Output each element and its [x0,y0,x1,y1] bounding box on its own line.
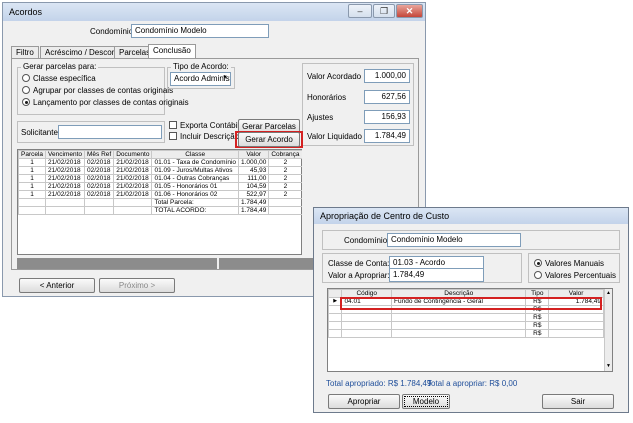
solicitante-label: Solicitante: [21,128,61,137]
total-apropriado-text: Total apropriado: R$ 1.784,49 [326,379,432,388]
incluir-descricao-checkbox[interactable]: Incluir Descrição [169,132,239,141]
apropriacao-dialog: Apropriação de Centro de Custo Condomíni… [313,207,629,413]
exporta-contabil-checkbox[interactable]: Exporta Contábil [169,121,239,130]
condominio-field[interactable]: Condomínio Modelo [131,24,269,38]
col-classe[interactable]: Classe [151,150,240,159]
table-row[interactable]: 1 21/02/2018 02/2018 21/02/2018 01.06 - Hono… [17,190,303,199]
col-valor[interactable]: Valor [238,150,270,159]
condominio-field[interactable]: Condomínio Modelo [387,233,521,247]
grid-scrollbar[interactable]: ▲ ▼ [604,289,612,371]
apropriacao-titlebar: Apropriação de Centro de Custo [314,208,628,224]
valor-liquidado-label: Valor Liquidado [307,132,363,141]
acordos-title: Acordos [9,7,43,17]
tab-conclusao[interactable]: Conclusão [148,44,196,59]
table-row[interactable]: R$ [327,321,604,330]
total-a-apropriar-text: Total a apropriar: R$ 0,00 [427,379,518,388]
condominio-label: Condomínio: [344,236,390,245]
proximo-button[interactable]: Próximo > [99,278,175,293]
radio-icon [534,271,542,279]
radio-classe-especifica[interactable]: Classe específica [22,74,96,83]
valor-acordado-field[interactable]: 1.000,00 [364,69,410,83]
radio-agrupar-classes[interactable]: Agrupar por classes de contas originais [22,86,173,95]
valor-apropriar-label: Valor a Apropriar: [328,271,390,280]
total-parcela-row: Total Parcela: 1.784,49 [17,198,303,207]
checkbox-icon [169,132,177,140]
minimize-icon[interactable]: – [348,4,372,18]
radio-icon [22,74,30,82]
table-row[interactable]: 1 21/02/2018 02/2018 21/02/2018 01.09 - Juro… [17,166,303,175]
solicitante-field[interactable] [58,125,162,139]
sair-button[interactable]: Sair [542,394,614,409]
valor-liquidado-field[interactable]: 1.784,49 [364,129,410,143]
table-row[interactable]: 1 21/02/2018 02/2018 21/02/2018 01.05 - Hono… [17,182,303,191]
radio-valores-manuais[interactable]: Valores Manuais [534,259,604,268]
condominio-label: Condomínio: [90,27,136,36]
col-documento[interactable]: Documento [113,150,153,159]
col-mes-ref[interactable]: Mês Ref [84,150,115,159]
anterior-button[interactable]: < Anterior [19,278,95,293]
classe-label: Classe de Conta: [328,259,390,268]
valor-acordado-label: Valor Acordado [307,72,362,81]
col-vencimento[interactable]: Vencimento [45,150,86,159]
radio-lancamento-classes[interactable]: Lançamento por classes de contas origina… [22,98,189,107]
table-row[interactable]: 1 21/02/2018 02/2018 21/02/2018 01.04 - Outr… [17,174,303,183]
gerar-parcelas-title: Gerar parcelas para: [21,62,99,71]
table-row[interactable]: 1 21/02/2018 02/2018 21/02/2018 01.01 - Taxa… [17,158,303,167]
radio-valores-percentuais[interactable]: Valores Percentuais [534,271,616,280]
valor-apropriar-field[interactable]: 1.784,49 [389,268,484,282]
gerar-acordo-button[interactable]: Gerar Acordo [238,132,300,147]
radio-selected-icon [534,259,542,267]
close-icon[interactable]: ✕ [396,4,423,18]
acordos-titlebar: Acordos – ❐ ✕ [3,3,425,21]
modelo-button[interactable]: Modelo [402,394,450,409]
apropriar-button[interactable]: Apropriar [328,394,400,409]
chevron-down-icon[interactable]: ▼ [222,75,228,81]
restore-icon[interactable]: ❐ [373,4,395,18]
parcelas-grid: Parcela Vencimento Mês Ref Documento Cla… [17,149,303,255]
col-cobranca[interactable]: Cobrança [268,150,303,159]
col-parcela[interactable]: Parcela [17,150,47,159]
checkbox-icon [169,121,177,129]
scroll-down-icon[interactable]: ▼ [606,363,611,369]
radio-icon [22,86,30,94]
table-row[interactable]: R$ [327,329,604,338]
row-highlight [340,297,602,310]
ajustes-label: Ajustes [307,113,334,122]
scroll-up-icon[interactable]: ▲ [606,290,611,296]
honorarios-field[interactable]: 627,56 [364,90,410,104]
tipo-acordo-title: Tipo de Acordo: [171,62,231,71]
status-bar-left [17,258,217,269]
ajustes-field[interactable]: 156,93 [364,110,410,124]
total-acordo-row: TOTAL ACORDO: 1.784,49 [17,206,303,215]
apropriacao-title: Apropriação de Centro de Custo [320,211,450,221]
radio-selected-icon [22,98,30,106]
table-row[interactable]: R$ [327,313,604,322]
honorarios-label: Honorários [307,93,347,102]
